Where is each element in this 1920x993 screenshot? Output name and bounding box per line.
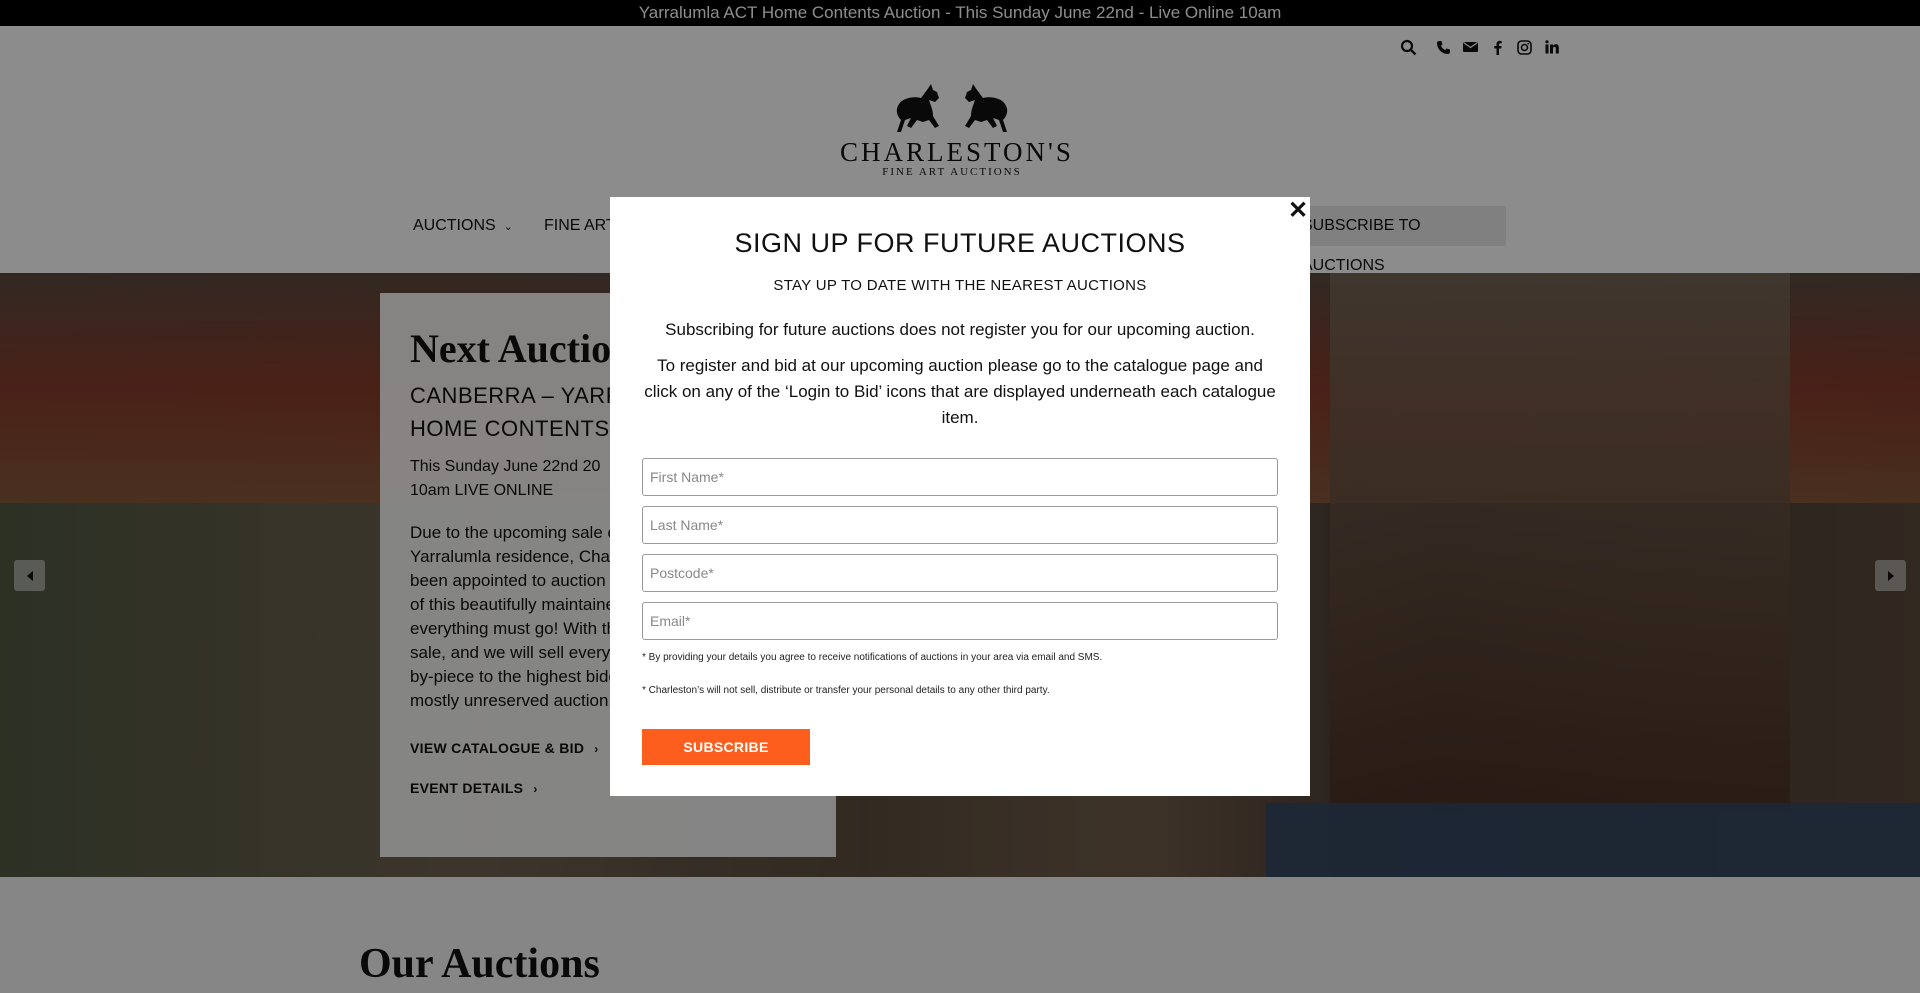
email-field[interactable]: [642, 602, 1278, 640]
modal-notice: Subscribing for future auctions does not…: [665, 320, 1255, 339]
subscribe-button[interactable]: SUBSCRIBE: [642, 729, 810, 765]
consent-notice: * By providing your details you agree to…: [642, 652, 1103, 663]
last-name-field[interactable]: [642, 506, 1278, 544]
modal-instructions: To register and bid at our upcoming auct…: [644, 356, 1276, 427]
privacy-notice: * Charleston’s will not sell, distribute…: [642, 685, 1050, 696]
modal-title: SIGN UP FOR FUTURE AUCTIONS: [734, 228, 1186, 258]
first-name-field[interactable]: [642, 458, 1278, 496]
signup-modal: ✕ SIGN UP FOR FUTURE AUCTIONS STAY UP TO…: [610, 197, 1310, 796]
postcode-field[interactable]: [642, 554, 1278, 592]
modal-subtitle: STAY UP TO DATE WITH THE NEAREST AUCTION…: [773, 277, 1147, 294]
close-icon[interactable]: ✕: [1287, 199, 1309, 223]
